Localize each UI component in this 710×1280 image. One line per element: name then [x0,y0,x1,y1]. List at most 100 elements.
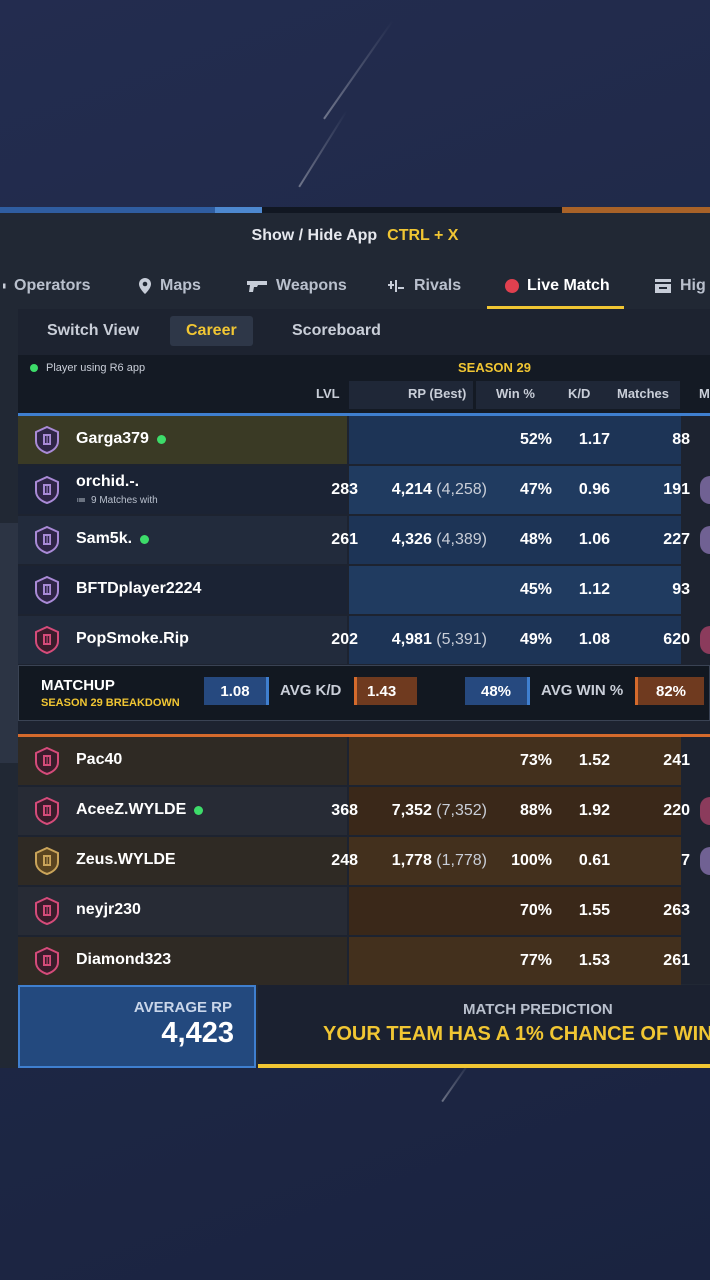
player-level: 248 [331,852,358,869]
orange-avg-win: 82% [635,677,704,705]
truncated-rank-icon [700,797,710,825]
player-rp: 4,326 (4,389) [391,531,487,548]
player-matches: 263 [663,902,690,919]
player-name[interactable]: Garga379 [76,430,166,448]
player-name-label: Diamond323 [76,951,172,968]
versus-icon [386,279,406,293]
player-win-rate: 100% [511,852,552,869]
tab-label: Weapons [276,277,347,294]
live-dot-icon [505,279,519,293]
match-prediction-card: MATCH PREDICTION YOUR TEAM HAS A 1% CHAN… [258,985,710,1068]
tab-highlights[interactable]: Hig [654,265,706,307]
player-name-label: Garga379 [76,430,149,447]
player-level: 283 [331,481,358,498]
orange-avg-kd: 1.43 [354,677,417,705]
player-name[interactable]: orchid.-. [76,473,139,491]
player-matches: 241 [663,752,690,769]
player-row[interactable]: neyjr230 70% 1.55 263 [18,887,710,935]
player-row[interactable]: Garga379 52% 1.17 88 [18,416,710,464]
player-name-label: orchid.-. [76,473,140,490]
player-name[interactable]: Zeus.WYLDE [76,851,176,869]
player-best-rp: (4,389) [436,531,487,548]
operators-icon [0,279,6,293]
player-matches: 620 [663,631,690,648]
tab-rivals[interactable]: Rivals [386,265,461,307]
average-rp-card: AVERAGE RP 4,423 [18,985,256,1068]
player-kd: 1.53 [578,952,610,969]
rank-badge-icon [32,625,62,655]
switch-view-label: Switch View [47,322,140,339]
player-name-label: Zeus.WYLDE [76,851,176,868]
rank-badge-icon [32,425,62,455]
col-rp: RP (Best) [408,386,467,401]
blue-avg-kd: 1.08 [204,677,269,705]
player-best-rp: (1,778) [436,852,487,869]
player-row[interactable]: PopSmoke.Rip 202 49% 1.08 620 4,981 (5,391) [18,616,710,664]
career-view-button[interactable]: Career [170,316,253,346]
online-dot-icon [156,434,166,444]
online-dot-icon [30,364,38,372]
player-matches: 7 [681,852,690,869]
tab-label: Hig [680,277,706,294]
rank-badge-icon [32,575,62,605]
matches-with-note: ≔ 9 Matches with [76,495,158,506]
tab-operators[interactable]: Operators [0,265,90,307]
rank-badge-icon [32,946,62,976]
player-matches: 261 [663,952,690,969]
player-win-rate: 49% [519,631,552,648]
player-row[interactable]: Zeus.WYLDE 248 100% 0.61 7 1,778 (1,778) [18,837,710,885]
player-matches: 191 [663,481,690,498]
live-match-panel: Switch View Career Scoreboard Player usi… [18,309,710,985]
player-name[interactable]: BFTDplayer2224 [76,580,201,598]
blue-avg-win: 48% [465,677,530,705]
avg-win-label: AVG WIN % [541,682,624,699]
tab-maps[interactable]: Maps [138,265,201,307]
player-name[interactable]: PopSmoke.Rip [76,630,189,648]
truncated-rank-icon [700,847,710,875]
player-row[interactable]: AceeZ.WYLDE 368 88% 1.92 220 7,352 (7,352) [18,787,710,835]
player-win-rate: 73% [519,752,552,769]
player-row[interactable]: Diamond323 77% 1.53 261 [18,937,710,985]
player-name[interactable]: Diamond323 [76,951,171,969]
player-row[interactable]: BFTDplayer2224 45% 1.12 93 [18,566,710,614]
player-rp: 7,352 (7,352) [391,802,487,819]
player-name[interactable]: Sam5k. [76,530,150,548]
col-matches: Matches [617,386,670,401]
show-hide-toggle[interactable]: Show / Hide App CTRL + X [0,213,710,259]
player-name-label: neyjr230 [76,901,141,918]
scoreboard-view-button[interactable]: Scoreboard [276,316,397,346]
tab-label: Rivals [414,277,462,294]
tab-weapons[interactable]: Weapons [246,265,347,307]
player-win-rate: 52% [519,431,552,448]
average-rp-value: 4,423 [161,1017,234,1049]
player-name[interactable]: AceeZ.WYLDE [76,801,204,819]
player-row[interactable]: Pac40 73% 1.52 241 [18,737,710,785]
player-rp: 1,778 (1,778) [391,852,487,869]
matchup-title: MATCHUP [41,677,115,694]
player-name[interactable]: neyjr230 [76,901,141,919]
avg-kd-label: AVG K/D [280,682,342,699]
player-kd: 1.92 [578,802,610,819]
rank-badge-icon [32,896,62,926]
player-matches: 220 [663,802,690,819]
player-row[interactable]: orchid.-. ≔ 9 Matches with 283 47% 0.96 191 4,2… [18,466,710,514]
truncated-rank-icon [700,626,710,654]
player-row[interactable]: Sam5k. 261 48% 1.06 227 4,326 (4,389) [18,516,710,564]
player-win-rate: 48% [519,531,552,548]
rank-badge-icon [32,746,62,776]
overlay-app: Show / Hide App CTRL + X Operators Maps … [0,213,710,1068]
player-win-rate: 88% [519,802,552,819]
player-best-rp: (7,352) [436,802,487,819]
player-name-label: AceeZ.WYLDE [76,801,187,818]
tab-label: Maps [160,277,201,294]
matchup-subtitle: SEASON 29 BREAKDOWN [41,697,180,709]
main-nav: Operators Maps Weapons Rivals Live Match [0,265,710,309]
tab-live-match[interactable]: Live Match [487,265,624,309]
player-name[interactable]: Pac40 [76,751,122,769]
player-name-label: PopSmoke.Rip [76,630,189,647]
player-matches: 227 [663,531,690,548]
player-level: 202 [331,631,358,648]
player-name-label: Pac40 [76,751,123,768]
table-header: Player using R6 app SEASON 29 LVL RP (Be… [18,355,710,413]
tab-label: Live Match [527,277,610,294]
